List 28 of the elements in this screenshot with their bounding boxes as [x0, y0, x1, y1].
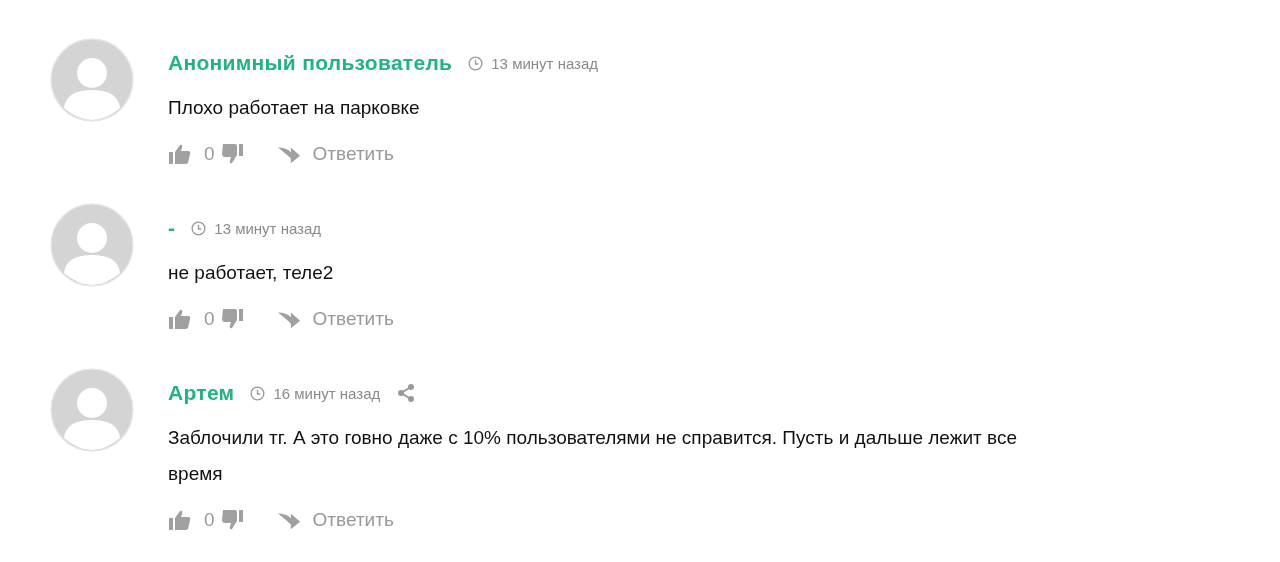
avatar-icon: [50, 203, 134, 287]
clock-icon: [250, 385, 266, 401]
thumbs-down-icon[interactable]: [220, 509, 245, 531]
thumbs-down-icon[interactable]: [220, 308, 245, 330]
like-count: 0: [204, 308, 215, 330]
reply-button[interactable]: Ответить: [276, 509, 394, 531]
thumbs-up-icon[interactable]: [168, 143, 192, 165]
clock-icon: [191, 220, 207, 236]
reply-button[interactable]: Ответить: [276, 143, 394, 165]
like-count: 0: [204, 143, 215, 165]
comment-time: 13 минут назад: [491, 54, 599, 72]
like-count: 0: [204, 509, 215, 531]
author-name: -: [168, 216, 176, 240]
thumbs-up-icon[interactable]: [168, 509, 192, 531]
thumbs-down-icon[interactable]: [220, 143, 245, 165]
share-icon[interactable]: [396, 383, 417, 403]
comment-time: 16 минут назад: [273, 384, 381, 402]
avatar-icon: [50, 368, 134, 452]
clock-icon: [468, 55, 484, 71]
thumbs-up-icon[interactable]: [168, 308, 192, 330]
comment-text: не работает, теле2: [168, 261, 335, 285]
comment-time: 13 минут назад: [214, 219, 322, 237]
author-name: Анонимный пользователь: [168, 51, 453, 75]
avatar-icon: [50, 38, 134, 122]
reply-button[interactable]: Ответить: [276, 308, 394, 330]
comment-text: Заблочили тг. А это говно даже с 10% пользователями не справится. Пусть и дальше лежит все время: [168, 426, 1018, 486]
author-name: Артем: [168, 381, 235, 405]
comment-text: Плохо работает на парковке: [168, 96, 421, 120]
